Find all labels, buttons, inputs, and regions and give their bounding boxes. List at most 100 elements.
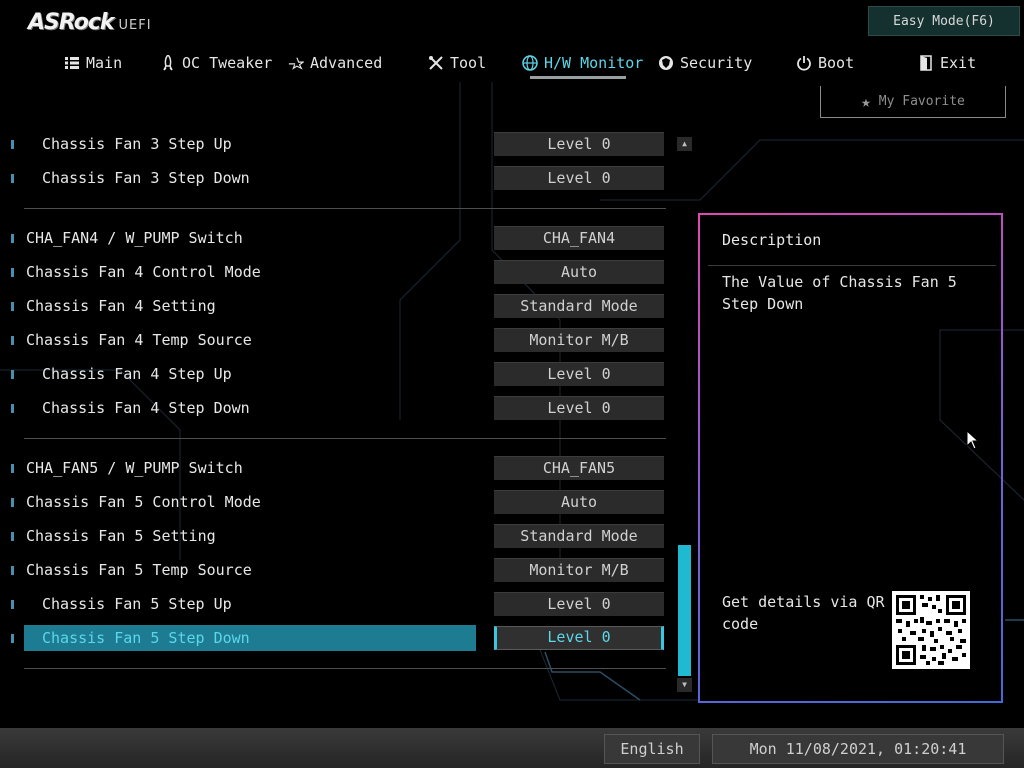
setting-row[interactable]: Chassis Fan 5 Step Up Level 0	[0, 591, 670, 617]
tab-boot-label: Boot	[818, 54, 855, 72]
setting-value[interactable]: Level 0	[494, 626, 664, 650]
description-divider	[708, 265, 996, 266]
setting-value[interactable]: Auto	[494, 260, 664, 284]
row-marker-icon	[11, 336, 14, 345]
row-marker-icon	[11, 566, 14, 575]
setting-value[interactable]: Monitor M/B	[494, 558, 664, 582]
main-menu: Main OC Tweaker Advanced Tool H/W Monito…	[0, 48, 1024, 82]
row-marker-icon	[11, 600, 14, 609]
tab-advanced[interactable]: Advanced	[288, 48, 382, 78]
setting-label: Chassis Fan 5 Step Up	[42, 595, 232, 613]
setting-row[interactable]: Chassis Fan 3 Step Up Level 0	[0, 131, 670, 157]
setting-row[interactable]: Chassis Fan 3 Step Down Level 0	[0, 165, 670, 191]
star-icon: ★	[861, 92, 871, 111]
row-marker-icon	[11, 140, 14, 149]
setting-value[interactable]: Standard Mode	[494, 524, 664, 548]
setting-row[interactable]: Chassis Fan 4 Step Up Level 0	[0, 361, 670, 387]
language-selector[interactable]: English	[604, 734, 700, 764]
row-marker-icon	[11, 532, 14, 541]
tab-advanced-label: Advanced	[310, 54, 383, 72]
setting-label: Chassis Fan 4 Control Mode	[26, 263, 261, 281]
setting-row[interactable]: Chassis Fan 4 Temp Source Monitor M/B	[0, 327, 670, 353]
shield-icon	[658, 55, 674, 71]
row-marker-icon	[11, 404, 14, 413]
scroll-up-arrow-icon[interactable]: ▲	[677, 137, 692, 151]
setting-label: Chassis Fan 5 Step Down	[42, 629, 250, 647]
tab-hw-monitor[interactable]: H/W Monitor	[522, 48, 643, 78]
description-text: The Value of Chassis Fan 5 Step Down	[722, 273, 957, 313]
active-tab-underline	[530, 76, 626, 79]
setting-label: Chassis Fan 4 Temp Source	[26, 331, 252, 349]
tab-security-label: Security	[680, 54, 753, 72]
tab-exit[interactable]: Exit	[918, 48, 976, 78]
setting-label: Chassis Fan 5 Control Mode	[26, 493, 261, 511]
my-favorite-button[interactable]: ★ My Favorite	[820, 86, 1006, 118]
logo-wordmark: ASRock	[28, 10, 115, 35]
setting-value[interactable]: Level 0	[494, 396, 664, 420]
my-favorite-label: My Favorite	[878, 94, 965, 109]
setting-value[interactable]: CHA_FAN4	[494, 226, 664, 250]
tab-hw-monitor-label: H/W Monitor	[544, 54, 644, 72]
setting-row[interactable]: Chassis Fan 5 Setting Standard Mode	[0, 523, 670, 549]
globe-icon	[522, 55, 538, 71]
setting-label: Chassis Fan 3 Step Down	[42, 169, 250, 187]
asrock-logo: ASRock UEFI	[28, 10, 152, 36]
tab-oc-tweaker-label: OC Tweaker	[182, 54, 273, 72]
qr-caption: Get details via QR code	[722, 593, 885, 633]
row-marker-icon	[11, 498, 14, 507]
tab-main-label: Main	[86, 54, 123, 72]
tab-tool-label: Tool	[450, 54, 487, 72]
setting-row-selected[interactable]: Chassis Fan 5 Step Down Level 0	[0, 625, 670, 651]
tab-exit-label: Exit	[940, 54, 977, 72]
setting-row[interactable]: Chassis Fan 4 Step Down Level 0	[0, 395, 670, 421]
logo-uefi-label: UEFI	[118, 18, 152, 33]
setting-row[interactable]: Chassis Fan 5 Control Mode Auto	[0, 489, 670, 515]
rocket-icon	[160, 55, 176, 71]
description-panel: Description The Value of Chassis Fan 5 S…	[698, 213, 1003, 703]
setting-row[interactable]: Chassis Fan 5 Temp Source Monitor M/B	[0, 557, 670, 583]
tab-main[interactable]: Main	[64, 48, 122, 78]
scrollbar-thumb[interactable]	[678, 545, 691, 676]
setting-value[interactable]: Monitor M/B	[494, 328, 664, 352]
row-marker-icon	[11, 634, 14, 643]
row-marker-icon	[11, 268, 14, 277]
datetime-display: Mon 11/08/2021, 01:20:41	[712, 734, 1004, 764]
row-marker-icon	[11, 370, 14, 379]
setting-value[interactable]: Standard Mode	[494, 294, 664, 318]
setting-label: Chassis Fan 5 Temp Source	[26, 561, 252, 579]
tab-tool[interactable]: Tool	[428, 48, 486, 78]
easy-mode-button[interactable]: Easy Mode(F6)	[868, 6, 1020, 36]
tools-icon	[428, 55, 444, 71]
scroll-down-arrow-icon[interactable]: ▼	[677, 678, 692, 692]
setting-value[interactable]: CHA_FAN5	[494, 456, 664, 480]
section-divider	[24, 208, 666, 209]
description-title: Description	[722, 231, 822, 249]
setting-label: Chassis Fan 3 Step Up	[42, 135, 232, 153]
tab-security[interactable]: Security	[658, 48, 752, 78]
row-marker-icon	[11, 234, 14, 243]
section-divider	[24, 668, 666, 669]
setting-label: CHA_FAN4 / W_PUMP Switch	[26, 229, 243, 247]
setting-label: CHA_FAN5 / W_PUMP Switch	[26, 459, 243, 477]
setting-value[interactable]: Level 0	[494, 362, 664, 386]
exit-door-icon	[918, 55, 934, 71]
star-arrow-icon	[288, 55, 304, 71]
setting-row[interactable]: Chassis Fan 4 Setting Standard Mode	[0, 293, 670, 319]
power-icon	[796, 55, 812, 71]
setting-label: Chassis Fan 4 Step Down	[42, 399, 250, 417]
setting-value[interactable]: Auto	[494, 490, 664, 514]
setting-value[interactable]: Level 0	[494, 592, 664, 616]
setting-value[interactable]: Level 0	[494, 132, 664, 156]
setting-label: Chassis Fan 4 Step Up	[42, 365, 232, 383]
setting-label: Chassis Fan 5 Setting	[26, 527, 216, 545]
setting-row[interactable]: CHA_FAN5 / W_PUMP Switch CHA_FAN5	[0, 455, 670, 481]
setting-label: Chassis Fan 4 Setting	[26, 297, 216, 315]
tab-oc-tweaker[interactable]: OC Tweaker	[160, 48, 272, 78]
row-marker-icon	[11, 464, 14, 473]
setting-row[interactable]: Chassis Fan 4 Control Mode Auto	[0, 259, 670, 285]
tab-boot[interactable]: Boot	[796, 48, 854, 78]
setting-value[interactable]: Level 0	[494, 166, 664, 190]
row-marker-icon	[11, 174, 14, 183]
section-divider	[24, 438, 666, 439]
setting-row[interactable]: CHA_FAN4 / W_PUMP Switch CHA_FAN4	[0, 225, 670, 251]
